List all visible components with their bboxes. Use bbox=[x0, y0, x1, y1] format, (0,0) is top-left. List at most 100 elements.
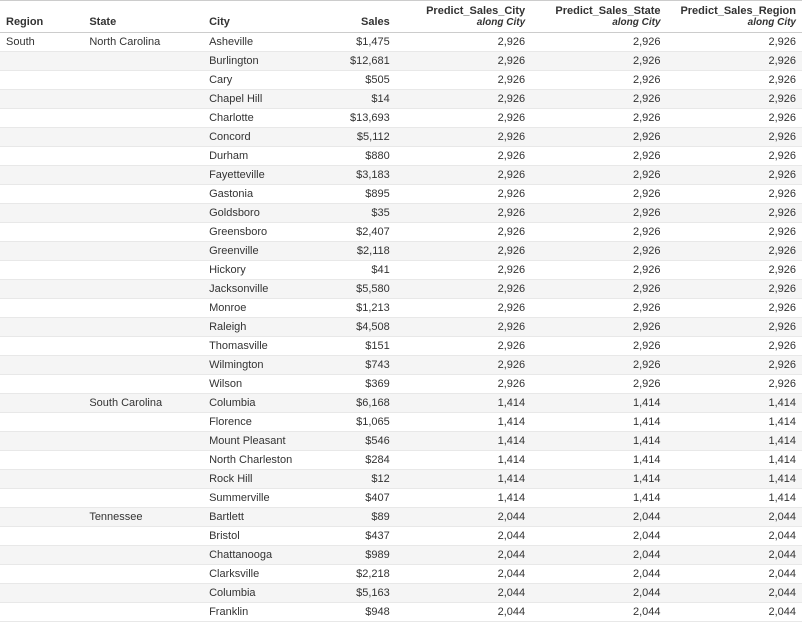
table-cell: 2,926 bbox=[667, 242, 802, 261]
table-cell: Tennessee bbox=[83, 508, 203, 527]
table-cell: 2,926 bbox=[531, 356, 666, 375]
table-cell: Goldsboro bbox=[203, 204, 318, 223]
table-cell: $13,693 bbox=[318, 109, 396, 128]
table-cell: 2,926 bbox=[396, 299, 531, 318]
table-cell: Asheville bbox=[203, 33, 318, 52]
table-cell: $546 bbox=[318, 432, 396, 451]
table-cell: 1,414 bbox=[396, 489, 531, 508]
table-cell: 2,926 bbox=[396, 280, 531, 299]
table-cell: 2,926 bbox=[531, 147, 666, 166]
table-cell: 2,926 bbox=[667, 223, 802, 242]
table-cell: 2,044 bbox=[396, 584, 531, 603]
table-row: Greenville$2,1182,9262,9262,926 bbox=[0, 242, 802, 261]
table-cell: 2,044 bbox=[531, 603, 666, 622]
col-header-pred2: Predict_Sales_Statealong City bbox=[531, 1, 666, 33]
col-header-region: Region bbox=[0, 1, 83, 33]
table-cell bbox=[0, 451, 83, 470]
table-cell: $89 bbox=[318, 508, 396, 527]
col-header-pred1: Predict_Sales_Cityalong City bbox=[396, 1, 531, 33]
table-cell bbox=[83, 128, 203, 147]
table-cell: $2,118 bbox=[318, 242, 396, 261]
table-cell bbox=[0, 166, 83, 185]
table-cell: Bristol bbox=[203, 527, 318, 546]
table-cell bbox=[0, 261, 83, 280]
table-cell: 2,926 bbox=[396, 71, 531, 90]
table-cell: 2,926 bbox=[531, 185, 666, 204]
table-cell bbox=[83, 71, 203, 90]
table-row: Jacksonville$5,5802,9262,9262,926 bbox=[0, 280, 802, 299]
table-cell: 2,044 bbox=[396, 508, 531, 527]
table-row: SouthNorth CarolinaAsheville$1,4752,9262… bbox=[0, 33, 802, 52]
table-cell: Summerville bbox=[203, 489, 318, 508]
table-cell: 2,926 bbox=[396, 147, 531, 166]
table-row: Summerville$4071,4141,4141,414 bbox=[0, 489, 802, 508]
table-cell bbox=[83, 166, 203, 185]
table-cell bbox=[83, 90, 203, 109]
table-cell: Raleigh bbox=[203, 318, 318, 337]
main-table-container: Region State City Sales Predict_Sales_Ci… bbox=[0, 0, 802, 622]
table-cell: 2,926 bbox=[396, 166, 531, 185]
table-cell bbox=[83, 489, 203, 508]
table-row: Columbia$5,1632,0442,0442,044 bbox=[0, 584, 802, 603]
table-cell: $5,580 bbox=[318, 280, 396, 299]
table-cell: $989 bbox=[318, 546, 396, 565]
table-cell bbox=[83, 242, 203, 261]
table-cell: 1,414 bbox=[667, 394, 802, 413]
table-row: Cary$5052,9262,9262,926 bbox=[0, 71, 802, 90]
table-cell bbox=[0, 280, 83, 299]
table-cell: 1,414 bbox=[667, 489, 802, 508]
table-cell: 2,044 bbox=[667, 603, 802, 622]
table-cell: 2,926 bbox=[667, 204, 802, 223]
table-cell: 2,926 bbox=[396, 356, 531, 375]
table-cell bbox=[83, 52, 203, 71]
table-cell: $41 bbox=[318, 261, 396, 280]
table-cell bbox=[0, 204, 83, 223]
table-row: South CarolinaColumbia$6,1681,4141,4141,… bbox=[0, 394, 802, 413]
table-cell: 1,414 bbox=[396, 451, 531, 470]
table-cell bbox=[0, 413, 83, 432]
table-cell: 2,926 bbox=[667, 128, 802, 147]
table-cell: 2,926 bbox=[531, 280, 666, 299]
table-row: Rock Hill$121,4141,4141,414 bbox=[0, 470, 802, 489]
table-cell bbox=[83, 109, 203, 128]
table-cell: Columbia bbox=[203, 394, 318, 413]
table-cell bbox=[83, 451, 203, 470]
table-cell: Greensboro bbox=[203, 223, 318, 242]
table-cell bbox=[0, 470, 83, 489]
table-cell: 2,926 bbox=[667, 109, 802, 128]
table-cell bbox=[83, 318, 203, 337]
table-cell: $437 bbox=[318, 527, 396, 546]
table-cell: $1,065 bbox=[318, 413, 396, 432]
table-cell: $5,112 bbox=[318, 128, 396, 147]
table-cell: 1,414 bbox=[531, 470, 666, 489]
table-cell: $35 bbox=[318, 204, 396, 223]
table-cell: 2,926 bbox=[531, 128, 666, 147]
table-cell: Rock Hill bbox=[203, 470, 318, 489]
table-row: Gastonia$8952,9262,9262,926 bbox=[0, 185, 802, 204]
table-cell: 2,044 bbox=[396, 565, 531, 584]
table-cell: 2,926 bbox=[667, 375, 802, 394]
table-cell: Burlington bbox=[203, 52, 318, 71]
table-cell bbox=[0, 223, 83, 242]
table-cell bbox=[83, 204, 203, 223]
table-cell: 2,926 bbox=[531, 109, 666, 128]
table-row: Charlotte$13,6932,9262,9262,926 bbox=[0, 109, 802, 128]
table-cell: Charlotte bbox=[203, 109, 318, 128]
table-row: Mount Pleasant$5461,4141,4141,414 bbox=[0, 432, 802, 451]
table-cell: 1,414 bbox=[396, 470, 531, 489]
table-cell: 1,414 bbox=[667, 451, 802, 470]
table-cell: 2,926 bbox=[531, 318, 666, 337]
table-cell: 2,926 bbox=[396, 204, 531, 223]
table-cell: 2,926 bbox=[667, 52, 802, 71]
table-cell bbox=[0, 318, 83, 337]
table-cell: Chattanooga bbox=[203, 546, 318, 565]
table-cell bbox=[83, 356, 203, 375]
table-cell bbox=[0, 603, 83, 622]
table-cell: 2,926 bbox=[396, 52, 531, 71]
table-cell: 2,926 bbox=[396, 261, 531, 280]
col-header-city: City bbox=[203, 1, 318, 33]
table-cell: 2,926 bbox=[396, 242, 531, 261]
table-cell: 1,414 bbox=[667, 413, 802, 432]
table-cell: Wilmington bbox=[203, 356, 318, 375]
table-cell bbox=[83, 375, 203, 394]
